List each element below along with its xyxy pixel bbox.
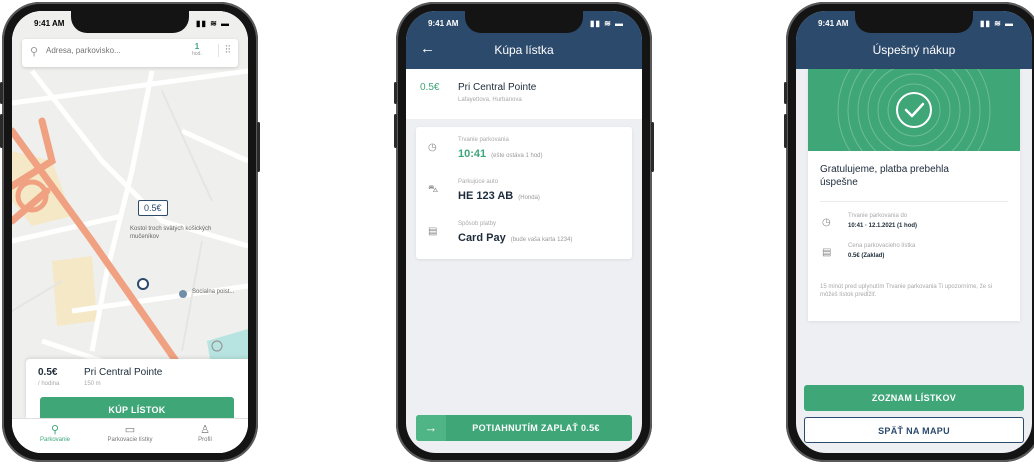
success-banner <box>808 69 1020 151</box>
ticket-list-button[interactable]: ZOZNAM LÍSTKOV <box>804 385 1024 411</box>
detail-row: ◷ Trvanie parkovania do 10:41 · 12.1.202… <box>820 211 1010 237</box>
nav-item-parking[interactable]: ⚲ Parkovanie <box>20 423 90 443</box>
hours-value: 1 <box>194 42 200 51</box>
search-bar: ⚲ 1 hod. ⫶⫶ <box>22 39 238 67</box>
detail-value: 10:41 · 12.1.2021 (1 hod) <box>848 223 918 229</box>
row-label: Trvanie parkovania <box>458 137 509 143</box>
volume-button <box>0 114 3 148</box>
profile-icon: ♙ <box>200 424 210 436</box>
status-icons: ▮▮ ≋ ▬ <box>590 19 624 28</box>
status-time: 9:41 AM <box>818 19 849 28</box>
location-pin-icon: ⚲ <box>50 424 60 436</box>
nav-label: Parkovanie <box>39 437 71 443</box>
bottom-nav: ⚲ Parkovanie ▭ Parkovacie lístky ♙ Profi… <box>12 418 248 453</box>
status-icons: ▮▮ ≋ ▬ <box>196 19 230 28</box>
status-time: 9:41 AM <box>34 19 65 28</box>
screen: 9:41 AM ▮▮ ≋ ▬ Úspešný nákup Gratulujeme… <box>796 11 1032 453</box>
duration-row[interactable]: ◷ Trvanie parkovania 10:41 (ešte ostáva 1… <box>428 133 620 169</box>
sheet-price-unit: / hodina <box>38 381 60 387</box>
place-price: 0.5€ <box>420 82 440 93</box>
nav-item-tickets[interactable]: ▭ Parkovacie lístky <box>95 423 165 443</box>
poi-label: Socialna poist... <box>192 289 235 295</box>
search-input[interactable] <box>44 45 158 56</box>
hours-selector[interactable]: 1 hod. <box>186 42 208 57</box>
success-divider <box>820 201 1008 202</box>
phone-purchase-screen: 9:41 AM ▮▮ ≋ ▬ ← Kúpa lístka 0.5€ Pri Ce… <box>394 2 654 462</box>
map-price-pin[interactable]: 0.5€ <box>138 200 168 216</box>
screen: 9:41 AM ▮▮ ≋ ▬ ← Kúpa lístka 0.5€ Pri Ce… <box>406 11 642 453</box>
arrow-right-icon: → <box>416 415 446 441</box>
page-title: Úspešný nákup <box>872 43 956 57</box>
nav-label: Profil <box>198 437 212 443</box>
success-ripples <box>837 69 991 151</box>
poi-label: Kostol troch svätých košických mučeníkov <box>130 226 212 240</box>
power-button <box>651 122 654 172</box>
clock-icon: ◷ <box>428 142 437 153</box>
phone-map-screen: 9:41 AM ▮▮ ≋ ▬ 0.5€ Kostol troch svätých… <box>0 2 260 462</box>
row-label: Spôsob platby <box>458 221 497 227</box>
hours-unit: hod. <box>192 51 202 57</box>
detail-value: 0.5€ (Zaklad) <box>848 253 885 259</box>
back-to-map-button[interactable]: SPÄŤ NA MAPU <box>804 417 1024 443</box>
volume-button <box>394 114 397 148</box>
row-value: HE 123 AB (Honda) <box>458 190 540 202</box>
duration-value: 10:41 <box>458 148 487 160</box>
reminder-note: 15 minút pred uplynutím Trvanie parkovan… <box>820 284 993 298</box>
nav-item-profile[interactable]: ♙ Profil <box>170 423 240 443</box>
power-button <box>257 122 260 172</box>
volume-button <box>394 82 397 104</box>
search-icon: ⚲ <box>30 46 39 58</box>
receipt-icon: ▤ <box>822 247 832 258</box>
place-name: Pri Central Pointe <box>458 82 537 93</box>
row-value: 10:41 (ešte ostáva 1 hod) <box>458 148 543 160</box>
status-icons: ▮▮ ≋ ▬ <box>980 19 1014 28</box>
detail-row: ▤ Cena parkovacieho lístka 0.5€ (Zaklad) <box>820 241 1010 267</box>
row-value: Card Pay (bude vaša karta 1234) <box>458 232 572 244</box>
volume-button <box>0 82 3 104</box>
notch <box>465 11 583 33</box>
ticket-icon: ▭ <box>124 424 136 436</box>
screen: 9:41 AM ▮▮ ≋ ▬ 0.5€ Kostol troch svätých… <box>12 11 248 453</box>
payment-method: Card Pay <box>458 232 506 244</box>
pin-price: 0.5€ <box>144 203 162 213</box>
nav-label: Parkovacie lístky <box>107 437 153 443</box>
car-row[interactable]: ⛍ Parkujúce auto HE 123 AB (Honda) <box>428 175 620 211</box>
sheet-distance: 150 m <box>84 381 101 387</box>
map-poi-social[interactable]: Socialna poist... <box>192 289 234 295</box>
checkmark-icon <box>904 102 925 118</box>
volume-button <box>784 82 787 104</box>
place-header: 0.5€ Pri Central Pointe Lafayettova, Hur… <box>406 69 642 119</box>
detail-label: Trvanie parkovania do <box>848 213 908 219</box>
row-sub: (ešte ostáva 1 hod) <box>491 153 543 159</box>
phone-success-screen: 9:41 AM ▮▮ ≋ ▬ Úspešný nákup Gratulujeme… <box>784 2 1034 462</box>
pay-label: POTIAHNUTÍM ZAPLAŤ 0.5€ <box>472 423 600 433</box>
row-sub: (Honda) <box>518 195 540 201</box>
notch <box>855 11 973 33</box>
filter-icon[interactable]: ⫶⫶ <box>218 44 231 57</box>
sheet-place-name: Pri Central Pointe <box>84 367 163 378</box>
success-card: Gratulujeme, platba prebehla úspešne ◷ T… <box>808 69 1020 321</box>
payment-row[interactable]: ▤ Spôsob platby Card Pay (bude vaša karta… <box>428 217 620 253</box>
detail-label: Cena parkovacieho lístka <box>848 243 916 249</box>
sheet-price: 0.5€ <box>38 367 58 378</box>
row-label: Parkujúce auto <box>458 179 499 185</box>
page-title: Kúpa lístka <box>494 43 554 57</box>
notch <box>71 11 189 33</box>
row-sub: (bude vaša karta 1234) <box>510 237 573 243</box>
place-address: Lafayettova, Hurbanova <box>458 97 522 103</box>
volume-button <box>784 114 787 148</box>
car-icon: ⛍ <box>428 184 439 195</box>
car-plate: HE 123 AB <box>458 190 514 202</box>
map-poi-church[interactable]: Kostol troch svätých košických mučeníkov <box>130 225 214 241</box>
success-heading: Gratulujeme, platba prebehla úspešne <box>820 164 949 188</box>
ticket-details-card: ◷ Trvanie parkovania 10:41 (ešte ostáva 1… <box>416 127 632 259</box>
swipe-to-pay-button[interactable]: → POTIAHNUTÍM ZAPLAŤ 0.5€ <box>416 415 632 441</box>
clock-icon: ◷ <box>822 217 831 228</box>
status-time: 9:41 AM <box>428 19 459 28</box>
card-icon: ▤ <box>428 226 438 237</box>
